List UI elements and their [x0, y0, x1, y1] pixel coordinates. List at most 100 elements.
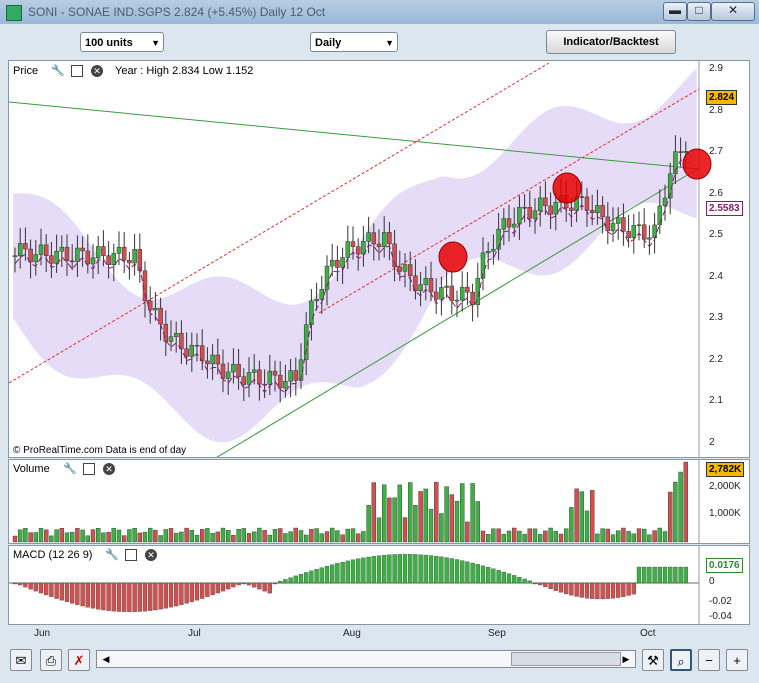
volume-bar	[418, 491, 423, 543]
chart-tool-icon[interactable]: ⚒	[642, 649, 664, 671]
zoom-in-icon[interactable]: +	[726, 649, 748, 671]
volume-bar	[350, 528, 356, 543]
macd-bar	[267, 582, 272, 594]
volume-bar	[147, 527, 153, 543]
scroll-left-icon[interactable]: ◀	[99, 652, 113, 666]
macd-bar	[288, 577, 293, 584]
macd-chart	[9, 546, 700, 624]
volume-panel[interactable]: Volume 🔧 ✕ 2,000K 1,000K 2,782K	[8, 459, 750, 544]
candle-body	[381, 232, 387, 248]
candle-body	[132, 249, 137, 264]
macd-bar	[574, 582, 579, 597]
volume-bar	[517, 530, 522, 543]
scroll-right-icon[interactable]: ▶	[619, 652, 633, 666]
candle-body	[319, 289, 325, 300]
wrench-icon[interactable]: 🔧	[51, 65, 65, 77]
volume-tick-2000k: 2,000K	[709, 481, 741, 492]
x-axis: Jun Jul Aug Sep Oct	[8, 626, 750, 642]
macd-bar	[174, 582, 179, 607]
macd-bar	[90, 582, 96, 609]
candle-body	[470, 291, 475, 306]
candle-body	[293, 370, 299, 381]
macd-bar	[532, 582, 538, 585]
macd-bar	[116, 582, 122, 612]
price-panel[interactable]: Price 🔧 ✕ Year : High 2.834 Low 1.152 © …	[8, 60, 750, 458]
macd-bar	[106, 582, 111, 611]
close-button[interactable]: ✕	[711, 2, 755, 21]
macd-bar	[600, 582, 605, 600]
volume-bar	[496, 528, 501, 543]
candle-body	[205, 360, 210, 365]
candle-body	[626, 231, 631, 238]
units-select[interactable]: 100 units ▼	[80, 32, 164, 52]
candle-body	[621, 217, 626, 232]
volume-bar	[642, 528, 647, 543]
volume-bar	[522, 533, 527, 543]
candle-body	[527, 207, 533, 219]
macd-bar	[231, 582, 236, 588]
wrench-icon[interactable]: 🔧	[105, 549, 119, 561]
candle-body	[569, 207, 574, 211]
close-icon[interactable]: ✕	[91, 65, 103, 77]
minimize-button[interactable]: ▬	[663, 2, 687, 21]
candle-body	[90, 257, 96, 265]
candle-body	[173, 332, 179, 337]
volume-bar	[324, 531, 330, 543]
volume-bar	[75, 527, 80, 543]
volume-bar	[267, 534, 272, 543]
price-tick: 2.7	[709, 146, 723, 157]
volume-bar	[626, 531, 631, 543]
candle-body	[329, 259, 335, 267]
volume-bar	[600, 528, 605, 543]
volume-bar	[95, 528, 101, 543]
candle-body	[80, 247, 85, 252]
highlight-circle	[682, 148, 712, 180]
mail-icon[interactable]: ✉	[10, 649, 32, 671]
cursor-icon[interactable]: ✗	[68, 649, 90, 671]
volume-bar	[64, 532, 70, 543]
maximize-button[interactable]: □	[687, 2, 711, 21]
volume-bar	[605, 528, 610, 543]
macd-bar	[111, 582, 116, 612]
close-icon[interactable]: ✕	[103, 463, 115, 475]
macd-bar	[636, 566, 642, 584]
indicator-backtest-button[interactable]: Indicator/Backtest	[546, 30, 676, 54]
wrench-icon[interactable]: 🔧	[63, 463, 77, 475]
period-select[interactable]: Daily ▼	[310, 32, 398, 52]
zoom-fit-icon[interactable]: ⌕	[670, 649, 692, 671]
macd-bar	[366, 556, 371, 584]
zoom-out-icon[interactable]: −	[698, 649, 720, 671]
candle-body	[345, 241, 351, 258]
macd-bar	[626, 582, 631, 596]
candle-body	[491, 248, 496, 252]
volume-bar	[44, 529, 49, 543]
volume-bar	[683, 461, 688, 543]
volume-bar	[527, 528, 532, 543]
scroll-thumb[interactable]	[511, 652, 621, 666]
print-icon[interactable]: ⎙	[40, 649, 62, 671]
volume-bar	[168, 528, 174, 543]
volume-bar	[470, 483, 475, 543]
macd-bar	[330, 564, 335, 584]
macd-bar	[486, 567, 491, 584]
window-icon[interactable]	[125, 549, 137, 561]
candle-body	[75, 247, 80, 262]
candle-body	[449, 285, 455, 301]
volume-bar	[111, 527, 117, 543]
volume-bar	[616, 530, 621, 543]
month-jul: Jul	[188, 628, 201, 639]
close-icon[interactable]: ✕	[145, 549, 157, 561]
candle-body	[647, 237, 652, 240]
horizontal-scrollbar[interactable]: ◀ ▶	[96, 650, 636, 668]
candle-body	[522, 206, 527, 209]
macd-bar	[64, 582, 70, 603]
volume-bar	[278, 528, 283, 543]
macd-panel[interactable]: MACD (12 26 9) 🔧 ✕ 0.0176 0 -0.02 -0.04	[8, 545, 750, 625]
window-icon[interactable]	[83, 463, 95, 475]
volume-bar	[532, 528, 538, 543]
macd-bar	[340, 561, 345, 584]
price-tick: 2	[709, 436, 715, 448]
window-icon[interactable]	[71, 65, 83, 77]
month-oct: Oct	[640, 628, 656, 639]
volume-bar	[366, 504, 371, 543]
